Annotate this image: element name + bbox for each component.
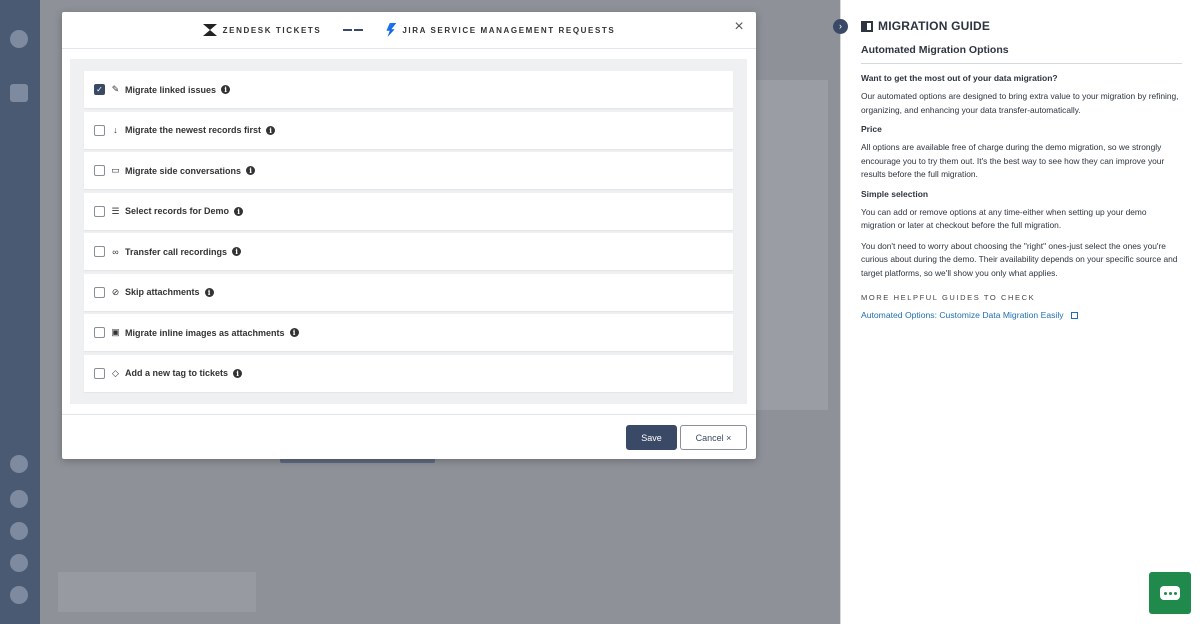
migration-arrows-icon xyxy=(343,25,364,35)
guide-paragraph: Our automated options are designed to br… xyxy=(861,91,1179,115)
guide-heading: Simple selection xyxy=(861,188,929,199)
avatar xyxy=(10,455,28,473)
hidden-eye-icon: ⊘ xyxy=(111,286,120,297)
guide-link-text[interactable]: Automated Options: Customize Data Migrat… xyxy=(861,310,1064,320)
save-button[interactable]: Save xyxy=(626,425,677,450)
info-icon[interactable]: i xyxy=(232,247,242,256)
migration-guide-panel: MIGRATION GUIDE Automated Migration Opti… xyxy=(840,0,1200,624)
guide-title-text: MIGRATION GUIDE xyxy=(878,19,991,33)
options-modal: ZENDESK TICKETS JIRA SERVICE MANAGEMENT … xyxy=(62,12,756,459)
bulb-icon xyxy=(10,490,28,508)
option-label: Add a new tag to tickets xyxy=(125,368,229,378)
shield-icon xyxy=(10,522,28,540)
help-icon xyxy=(10,554,28,572)
linked-issues-icon: ✎ xyxy=(111,84,120,94)
globe-icon xyxy=(10,586,28,604)
info-icon[interactable]: i xyxy=(234,206,244,216)
info-icon[interactable]: i xyxy=(289,328,299,337)
zendesk-logo-icon xyxy=(202,24,217,36)
logo-icon xyxy=(10,30,28,48)
option-label: Migrate side conversations xyxy=(125,165,242,176)
option-label: Migrate the newest records first xyxy=(125,125,262,135)
checkbox[interactable] xyxy=(94,246,105,257)
close-icon[interactable]: × xyxy=(732,19,746,35)
guide-paragraph: You can add or remove options at any tim… xyxy=(861,206,1147,231)
menu-icon xyxy=(10,84,28,102)
option-side-conversations[interactable]: ▭ Migrate side conversations i xyxy=(84,152,733,189)
option-label: Migrate linked issues xyxy=(125,84,217,95)
info-icon[interactable]: i xyxy=(233,368,243,378)
options-list: ✓ ✎ Migrate linked issues i ↓ Migrate th… xyxy=(70,59,747,404)
background-card xyxy=(58,572,256,612)
guide-link[interactable]: Automated Options: Customize Data Migrat… xyxy=(861,310,1183,320)
recording-icon: ∞ xyxy=(112,246,119,257)
left-rail xyxy=(0,0,40,624)
option-inline-images[interactable]: ▣ Migrate inline images as attachments i xyxy=(84,314,733,351)
conversation-icon: ▭ xyxy=(111,165,120,175)
image-icon: ▣ xyxy=(111,327,120,337)
chat-icon xyxy=(1160,586,1180,600)
checkbox[interactable] xyxy=(94,205,105,217)
records-icon: ☰ xyxy=(111,205,120,216)
source-platform: ZENDESK TICKETS xyxy=(202,24,322,36)
option-label: Migrate inline images as attachments xyxy=(125,327,285,338)
info-icon[interactable]: i xyxy=(221,85,231,94)
target-platform-label: JIRA SERVICE MANAGEMENT REQUESTS xyxy=(402,25,616,35)
option-migrate-linked-issues[interactable]: ✓ ✎ Migrate linked issues i xyxy=(84,71,733,108)
guide-title: MIGRATION GUIDE xyxy=(861,19,990,33)
more-guides-heading: MORE HELPFUL GUIDES TO CHECK xyxy=(861,293,1036,302)
guide-paragraph: All options are available free of charge… xyxy=(861,142,1165,179)
guide-subtitle: Automated Migration Options xyxy=(861,44,1182,64)
checkbox[interactable] xyxy=(94,286,105,298)
option-skip-attachments[interactable]: ⊘ Skip attachments i xyxy=(84,273,733,311)
checkbox[interactable] xyxy=(94,124,105,136)
info-icon[interactable]: i xyxy=(246,166,256,175)
collapse-guide-button[interactable]: › xyxy=(833,19,848,34)
option-select-records-demo[interactable]: ☰ Select records for Demo i xyxy=(84,192,733,230)
guide-paragraph: You don't need to worry about choosing t… xyxy=(861,240,1178,278)
modal-footer: Save Cancel × xyxy=(62,414,756,459)
source-platform-label: ZENDESK TICKETS xyxy=(222,25,322,35)
option-label: Skip attachments xyxy=(125,287,200,297)
checkbox-checked[interactable]: ✓ xyxy=(94,84,105,95)
sort-icon: ↓ xyxy=(113,125,118,135)
checkbox[interactable] xyxy=(94,327,105,338)
checkbox[interactable] xyxy=(94,367,105,379)
option-newest-first[interactable]: ↓ Migrate the newest records first i xyxy=(84,111,733,149)
option-label: Transfer call recordings xyxy=(125,246,228,257)
tag-icon: ◇ xyxy=(112,367,119,378)
modal-header: ZENDESK TICKETS JIRA SERVICE MANAGEMENT … xyxy=(62,12,756,49)
chat-button[interactable] xyxy=(1149,572,1191,614)
option-label: Select records for Demo xyxy=(125,206,230,216)
target-platform: JIRA SERVICE MANAGEMENT REQUESTS xyxy=(385,23,615,37)
guide-content: Want to get the most out of your data mi… xyxy=(861,73,1183,320)
info-icon[interactable]: i xyxy=(266,125,276,135)
checkbox[interactable] xyxy=(94,165,105,176)
option-add-tag[interactable]: ◇ Add a new tag to tickets i xyxy=(84,354,733,392)
guide-heading: Price xyxy=(861,124,882,134)
jira-logo-icon xyxy=(386,23,397,37)
option-call-recordings[interactable]: ∞ Transfer call recordings i xyxy=(84,233,733,270)
cancel-button[interactable]: Cancel × xyxy=(680,425,747,450)
book-icon xyxy=(861,20,873,32)
info-icon[interactable]: i xyxy=(204,287,214,297)
external-link-icon xyxy=(1070,311,1078,319)
guide-heading: Want to get the most out of your data mi… xyxy=(861,73,1058,83)
